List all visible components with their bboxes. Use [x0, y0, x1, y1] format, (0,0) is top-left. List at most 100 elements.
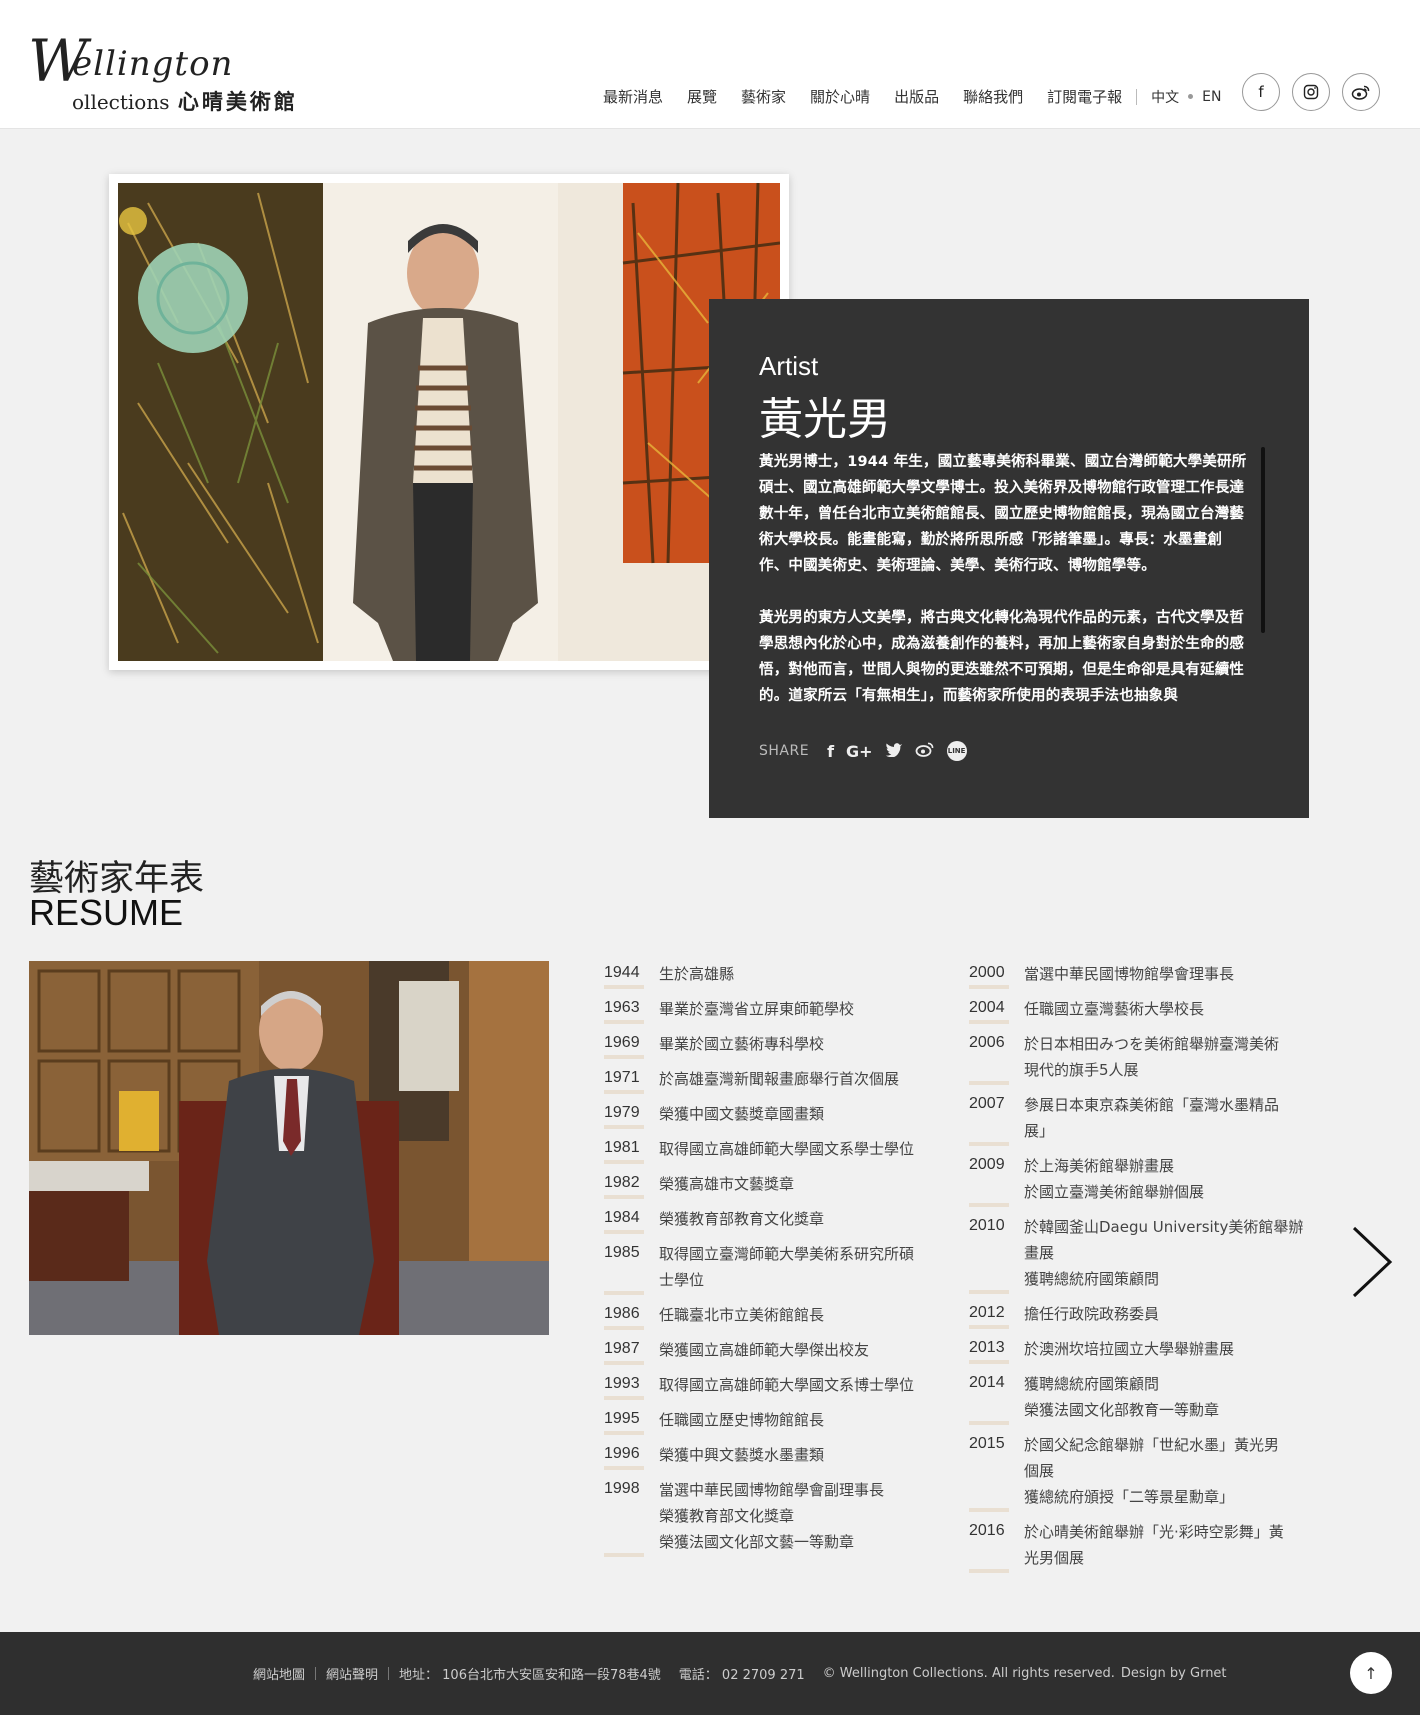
logo-chinese-name: 心晴美術館: [177, 89, 298, 114]
timeline-year: 1996: [604, 1442, 659, 1470]
next-arrow-icon[interactable]: [1350, 1225, 1394, 1299]
timeline-line: 擔任行政院政務委員: [1024, 1305, 1160, 1323]
footer-info: 網站地圖 網站聲明 地址： 106台北市大安區安和路一段78巷4號 電話： 02…: [253, 1664, 1227, 1683]
timeline-text: 於高雄臺灣新聞報畫廊舉行首次個展: [659, 1066, 934, 1092]
instagram-glyph: [1303, 84, 1319, 100]
timeline-entry: 1986 任職臺北市立美術館館長: [604, 1302, 934, 1330]
artist-portrait-frame: [109, 174, 789, 670]
timeline-line: 現代的旗手5人展: [1024, 1061, 1139, 1079]
timeline-year: 1982: [604, 1171, 659, 1199]
lang-zh[interactable]: 中文: [1151, 87, 1179, 107]
lang-en[interactable]: EN: [1202, 89, 1221, 105]
timeline-year: 2012: [969, 1301, 1024, 1329]
timeline-entry: 1971 於高雄臺灣新聞報畫廊舉行首次個展: [604, 1066, 934, 1094]
timeline-line: 獲聘總統府國策顧問: [1024, 1375, 1160, 1393]
nav-newsletter[interactable]: 訂閱電子報: [1047, 86, 1122, 107]
nav-about[interactable]: 關於心晴: [810, 86, 870, 107]
timeline-line: 於國父紀念館舉辦「世紀水墨」黃光男: [1024, 1436, 1280, 1454]
timeline-line: 任職國立臺灣藝術大學校長: [1024, 1000, 1205, 1018]
timeline-year: 1987: [604, 1337, 659, 1365]
timeline-text: 任職國立歷史博物館館長: [659, 1407, 934, 1433]
timeline-year: 2004: [969, 996, 1024, 1024]
timeline-text: 榮獲中興文藝獎水墨畫類: [659, 1442, 934, 1468]
nav-artists[interactable]: 藝術家: [741, 86, 786, 107]
share-line-icon[interactable]: LINE: [946, 741, 967, 761]
timeline-entry: 2006 於日本相田みつを美術館舉辦臺灣美術 現代的旗手5人展: [969, 1031, 1314, 1085]
instagram-icon[interactable]: [1292, 73, 1330, 111]
timeline-year: 1969: [604, 1031, 659, 1059]
twitter-glyph: [885, 742, 902, 757]
timeline-text: 任職臺北市立美術館館長: [659, 1302, 934, 1328]
artist-label: Artist: [759, 351, 819, 381]
timeline-entry: 1987 榮獲國立高雄師範大學傑出校友: [604, 1337, 934, 1365]
timeline-line: 取得國立臺灣師範大學美術系研究所碩: [659, 1245, 915, 1263]
nav-news[interactable]: 最新消息: [603, 86, 663, 107]
artist-info-card: Artist 黃光男 黃光男博士，1944 年生，國立藝專美術科畢業、國立台灣師…: [709, 299, 1309, 818]
logo-wordmark-top: ellington: [72, 44, 234, 84]
timeline-line: 獲聘總統府國策顧問: [1024, 1270, 1160, 1288]
nav-exhibitions[interactable]: 展覽: [687, 86, 717, 107]
timeline-entry: 2016 於心晴美術館舉辦「光‧彩時空影舞」黃 光男個展: [969, 1519, 1314, 1573]
timeline-text: 於上海美術館舉辦畫展 於國立臺灣美術館舉辦個展: [1024, 1153, 1314, 1205]
timeline-text: 取得國立高雄師範大學國文系博士學位: [659, 1372, 934, 1398]
timeline-entry: 1995 任職國立歷史博物館館長: [604, 1407, 934, 1435]
resume-title-en: RESUME: [29, 892, 184, 933]
portrait-illustration: [118, 183, 780, 661]
timeline-year: 1995: [604, 1407, 659, 1435]
nav-publications[interactable]: 出版品: [894, 86, 939, 107]
timeline-text: 畢業於國立藝術專科學校: [659, 1031, 934, 1057]
share-label: SHARE: [759, 743, 810, 759]
site-footer: 網站地圖 網站聲明 地址： 106台北市大安區安和路一段78巷4號 電話： 02…: [0, 1632, 1420, 1715]
lang-dot: [1188, 94, 1194, 99]
timeline-entry: 1998 當選中華民國博物館學會副理事長 榮獲教育部文化獎章 榮獲法國文化部文藝一等勳…: [604, 1477, 934, 1557]
timeline-line: 榮獲教育部教育文化獎章: [659, 1210, 825, 1228]
timeline-line: 於澳洲坎培拉國立大學舉辦畫展: [1024, 1340, 1235, 1358]
footer-sitemap-link[interactable]: 網站地圖: [253, 1664, 305, 1683]
nav-divider: [1136, 88, 1138, 105]
share-facebook-icon[interactable]: f: [827, 742, 834, 761]
share-googleplus-icon[interactable]: G+: [846, 742, 873, 761]
timeline-line: 取得國立高雄師範大學國文系學士學位: [659, 1140, 915, 1158]
timeline-line: 榮獲法國文化部文藝一等勳章: [659, 1533, 855, 1551]
facebook-icon[interactable]: f: [1242, 73, 1280, 111]
footer-design-credit[interactable]: Design by Grnet: [1121, 1666, 1227, 1681]
timeline-text: 於韓國釜山Daegu University美術館舉辦 畫展 獲聘總統府國策顧問: [1024, 1214, 1314, 1292]
weibo-icon[interactable]: [1342, 73, 1380, 111]
facebook-glyph: f: [1258, 83, 1264, 101]
timeline-entry: 1982 榮獲高雄市文藝獎章: [604, 1171, 934, 1199]
timeline-entry: 2004 任職國立臺灣藝術大學校長: [969, 996, 1314, 1024]
timeline-text: 生於高雄縣: [659, 961, 934, 987]
timeline-year: 1984: [604, 1206, 659, 1234]
timeline-year: 1981: [604, 1136, 659, 1164]
weibo-glyph: [1351, 85, 1370, 100]
timeline-column-2: 2000 當選中華民國博物館學會理事長 2004 任職國立臺灣藝術大學校長 2006…: [969, 961, 1314, 1580]
artist-bio[interactable]: 黃光男博士，1944 年生，國立藝專美術科畢業、國立台灣師範大學美研所碩士、國立…: [759, 449, 1249, 709]
timeline-text: 榮獲中國文藝獎章國畫類: [659, 1101, 934, 1127]
timeline-entry: 2007 參展日本東京森美術館「臺灣水墨精品 展」: [969, 1092, 1314, 1146]
timeline-year: 2015: [969, 1432, 1024, 1512]
bio-scrollbar[interactable]: [1261, 447, 1265, 633]
timeline-entry: 1985 取得國立臺灣師範大學美術系研究所碩 士學位: [604, 1241, 934, 1295]
timeline-line: 參展日本東京森美術館「臺灣水墨精品: [1024, 1096, 1280, 1114]
timeline-text: 於國父紀念館舉辦「世紀水墨」黃光男 個展 獲總統府頒授「二等景星勳章」: [1024, 1432, 1314, 1510]
timeline-line: 榮獲中興文藝獎水墨畫類: [659, 1446, 825, 1464]
timeline-entry: 2014 獲聘總統府國策顧問 榮獲法國文化部教育一等勳章: [969, 1371, 1314, 1425]
timeline-line: 榮獲國立高雄師範大學傑出校友: [659, 1341, 870, 1359]
timeline-year: 1998: [604, 1477, 659, 1557]
logo-collections: ollections: [72, 90, 170, 114]
back-to-top-button[interactable]: ↑: [1350, 1652, 1392, 1694]
timeline-line: 於韓國釜山Daegu University美術館舉辦: [1024, 1218, 1304, 1236]
timeline-text: 當選中華民國博物館學會理事長: [1024, 961, 1314, 987]
resume-photo-illustration: [29, 961, 549, 1335]
nav-contact[interactable]: 聯絡我們: [963, 86, 1023, 107]
timeline-entry: 1963 畢業於臺灣省立屏東師範學校: [604, 996, 934, 1024]
share-twitter-icon[interactable]: [885, 742, 903, 761]
share-weibo-icon[interactable]: [915, 741, 935, 761]
site-logo[interactable]: W ellington ollections 心晴美術館: [28, 32, 308, 118]
footer-disclaimer-link[interactable]: 網站聲明: [326, 1664, 378, 1683]
timeline-text: 榮獲教育部教育文化獎章: [659, 1206, 934, 1232]
chevron-right-icon: [1352, 1226, 1393, 1298]
artist-portrait-photo: [118, 183, 780, 661]
language-switcher: 中文 EN: [1151, 87, 1221, 107]
timeline-entry: 1944 生於高雄縣: [604, 961, 934, 989]
